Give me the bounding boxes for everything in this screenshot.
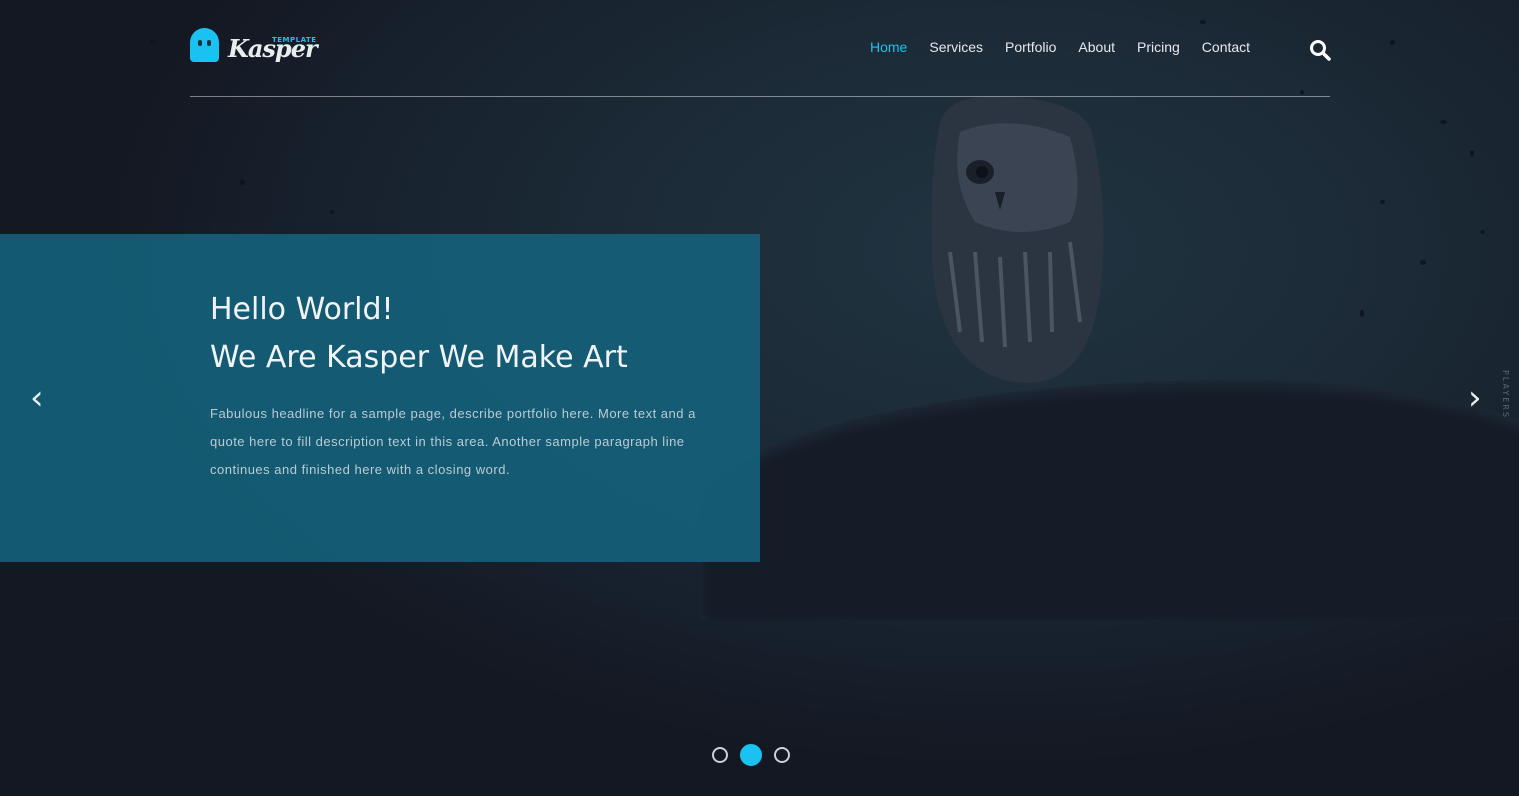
nav-item-about[interactable]: About [1078,39,1115,55]
nav-item-services[interactable]: Services [929,39,983,55]
nav-item-contact[interactable]: Contact [1202,39,1250,55]
logo[interactable]: Kasper TEMPLATE [190,26,320,72]
main-nav: Home Services Portfolio About Pricing Co… [870,39,1250,55]
search-button[interactable] [1308,38,1332,62]
rock-silhouette [700,380,1519,620]
chevron-right-icon: › [1468,378,1482,418]
nav-item-home[interactable]: Home [870,39,907,55]
slide-title-line2: We Are Kasper We Make Art [210,340,628,375]
hero-slider: Kasper TEMPLATE Home Services Portfolio … [0,0,1519,796]
slide-description: Fabulous headline for a sample page, des… [210,406,696,477]
nav-item-pricing[interactable]: Pricing [1137,39,1180,55]
next-slide-button[interactable]: › [1468,378,1482,418]
ghost-logo-icon [190,28,219,62]
logo-subtext: TEMPLATE [272,36,317,44]
owl-image [931,96,1104,383]
slide-dot-3[interactable] [774,747,790,763]
search-icon [1310,40,1331,61]
prev-slide-button[interactable]: ‹ [30,378,44,418]
slide-dot-1[interactable] [712,747,728,763]
slide-dot-2[interactable] [740,744,762,766]
slide-dots [712,744,790,766]
slide-title-line1: Hello World! [210,292,394,327]
slide-title: Hello World! We Are Kasper We Make Art [210,286,730,382]
side-label: PLAYERS [1501,370,1510,419]
site-header: Kasper TEMPLATE Home Services Portfolio … [190,22,1332,97]
nav-item-portfolio[interactable]: Portfolio [1005,39,1056,55]
slide-caption: Hello World! We Are Kasper We Make Art F… [0,234,760,562]
chevron-left-icon: ‹ [30,378,44,418]
